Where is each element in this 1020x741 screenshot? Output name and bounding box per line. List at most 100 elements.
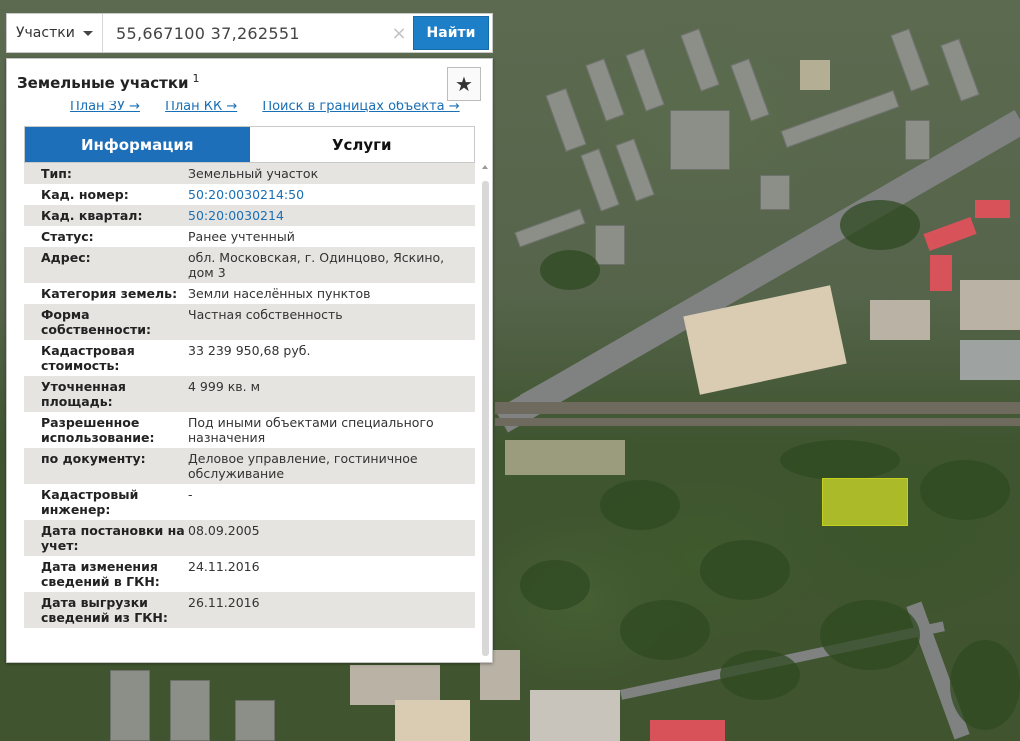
plan-kk-link[interactable]: План КК →: [165, 101, 237, 114]
coordinates-input[interactable]: [103, 14, 387, 52]
row-value: 4 999 кв. м: [188, 379, 261, 394]
tree: [820, 600, 920, 670]
building: [975, 200, 1010, 218]
table-row: Статус: Ранее учтенный: [24, 226, 475, 247]
search-type-label: Участки: [16, 25, 75, 41]
building: [905, 120, 930, 160]
favorite-star-icon[interactable]: ★: [447, 67, 481, 101]
building: [670, 110, 730, 170]
table-row: Дата постановки на учет: 08.09.2005: [24, 520, 475, 556]
table-row: Дата выгрузки сведений из ГКН: 26.11.2016: [24, 592, 475, 628]
building: [870, 300, 930, 340]
row-value: Земли населённых пунктов: [188, 286, 371, 301]
table-row: Разрешенное использование: Под иными объе…: [24, 412, 475, 448]
row-value: 24.11.2016: [188, 559, 260, 574]
panel-title: Земельные участки 1: [17, 72, 200, 92]
table-row: по документу: Деловое управление, гостини…: [24, 448, 475, 484]
row-label: Тип:: [41, 166, 72, 181]
building: [680, 28, 720, 92]
row-label: Дата выгрузки сведений из ГКН:: [41, 595, 168, 625]
tree: [720, 650, 800, 700]
table-row: Уточненная площадь: 4 999 кв. м: [24, 376, 475, 412]
tree: [620, 600, 710, 660]
row-label: Разрешенное использование:: [41, 415, 155, 445]
clear-icon[interactable]: ×: [387, 23, 411, 44]
building: [940, 38, 980, 102]
scroll-up-icon[interactable]: [482, 165, 488, 169]
row-value: 33 239 950,68 руб.: [188, 343, 311, 358]
building: [580, 148, 620, 212]
row-label: Дата изменения сведений в ГКН:: [41, 559, 160, 589]
building: [110, 670, 150, 741]
scrollbar[interactable]: [481, 163, 490, 657]
row-value: Деловое управление, гостиничное обслужив…: [188, 451, 418, 481]
tree: [920, 460, 1010, 520]
clearing: [800, 60, 830, 90]
search-type-dropdown[interactable]: Участки: [7, 14, 103, 52]
tab-information[interactable]: Информация: [25, 127, 250, 162]
table-row: Кадастровый инженер: -: [24, 484, 475, 520]
panel-title-text: Земельные участки: [17, 74, 189, 92]
result-count: 1: [192, 72, 200, 85]
table-row: Категория земель: Земли населённых пункто…: [24, 283, 475, 304]
row-value: 26.11.2016: [188, 595, 260, 610]
tree: [600, 480, 680, 530]
row-value: Земельный участок: [188, 166, 319, 181]
row-label: Категория земель:: [41, 286, 178, 301]
row-value-link[interactable]: 50:20:0030214:50: [188, 187, 475, 202]
row-label: Адрес:: [41, 250, 91, 265]
row-value: Ранее учтенный: [188, 229, 295, 244]
building: [585, 58, 625, 122]
table-row: Тип: Земельный участок: [24, 163, 475, 184]
railway: [495, 418, 1020, 426]
building: [615, 138, 655, 202]
row-label: Кадастровый инженер:: [41, 487, 139, 517]
row-label: Кад. номер:: [41, 187, 129, 202]
building: [595, 225, 625, 265]
table-row: Адрес: обл. Московская, г. Одинцово, Яски…: [24, 247, 475, 283]
row-value-link[interactable]: 50:20:0030214: [188, 208, 475, 223]
building: [923, 216, 977, 252]
tab-services[interactable]: Услуги: [249, 127, 474, 162]
clearing: [505, 440, 625, 475]
building: [960, 280, 1020, 330]
chevron-down-icon: [82, 30, 93, 36]
table-row: Кад. номер: 50:20:0030214:50: [24, 184, 475, 205]
building: [760, 175, 790, 210]
row-label: по документу:: [41, 451, 146, 466]
building: [960, 340, 1020, 380]
building: [170, 680, 210, 741]
tree: [700, 540, 790, 600]
row-label: Кадастровая стоимость:: [41, 343, 135, 373]
building: [930, 255, 952, 291]
panel-tabs: Информация Услуги: [24, 126, 475, 163]
row-value: Под иными объектами специального назначе…: [188, 415, 434, 445]
plan-zu-link[interactable]: План ЗУ →: [70, 101, 140, 114]
tree: [540, 250, 600, 290]
scroll-thumb[interactable]: [482, 181, 489, 656]
attributes-table: Тип: Земельный участок Кад. номер: 50:20:00…: [24, 163, 475, 648]
search-in-bounds-link[interactable]: Поиск в границах объекта →: [262, 101, 459, 114]
building: [545, 88, 587, 152]
building: [650, 720, 725, 741]
selected-parcel-highlight[interactable]: [822, 478, 908, 526]
clearing: [395, 700, 470, 741]
row-label: Форма собственности:: [41, 307, 152, 337]
row-label: Кад. квартал:: [41, 208, 143, 223]
table-row: Кадастровая стоимость: 33 239 950,68 руб.: [24, 340, 475, 376]
search-bar: Участки × Найти: [6, 13, 493, 53]
table-row: Дата изменения сведений в ГКН: 24.11.2016: [24, 556, 475, 592]
building: [890, 28, 930, 92]
tree: [950, 640, 1020, 730]
building: [235, 700, 275, 741]
row-label: Уточненная площадь:: [41, 379, 126, 409]
tree: [840, 200, 920, 250]
search-button[interactable]: Найти: [413, 16, 489, 50]
row-value: -: [188, 487, 193, 502]
tree: [780, 440, 900, 480]
railway: [495, 402, 1020, 414]
table-row: Кад. квартал: 50:20:0030214: [24, 205, 475, 226]
building: [780, 90, 900, 148]
panel-links: План ЗУ → План КК → Поиск в границах объ…: [70, 101, 480, 115]
row-label: Дата постановки на учет:: [41, 523, 185, 553]
